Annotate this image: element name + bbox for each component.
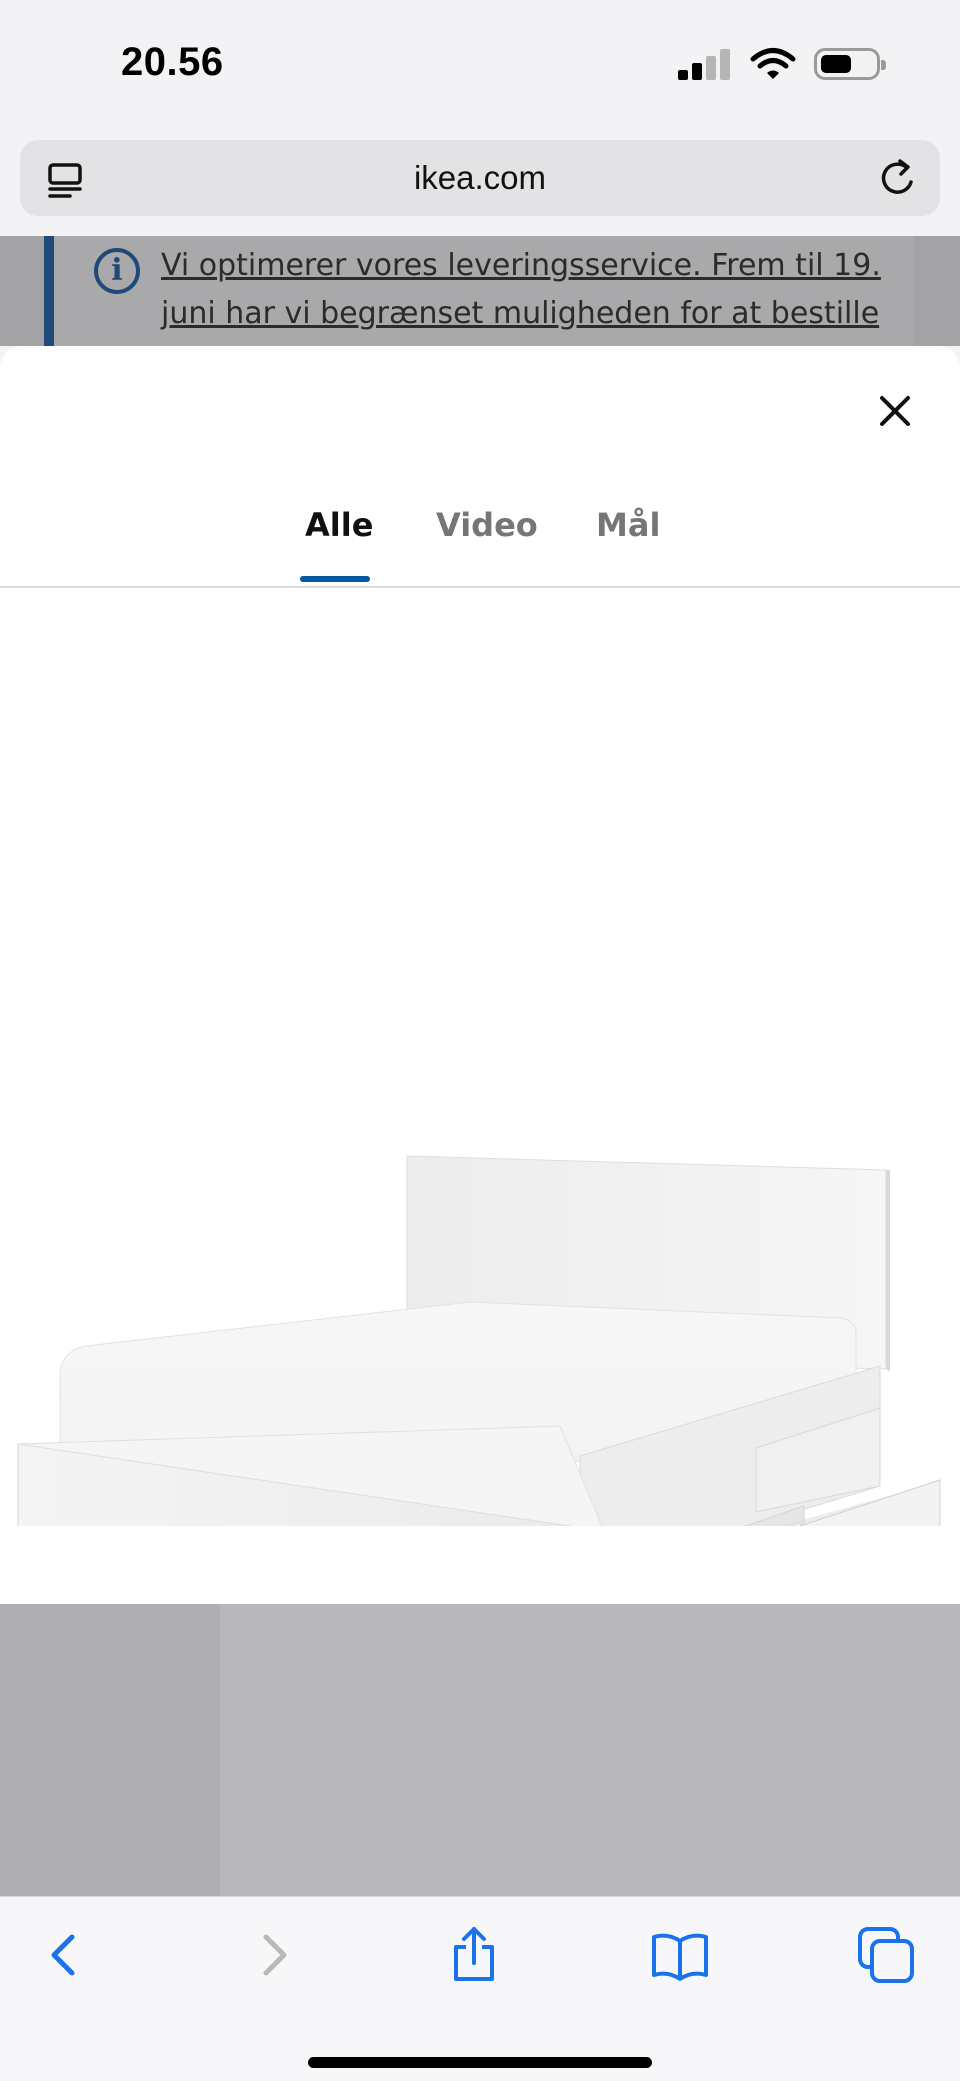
wifi-icon	[750, 48, 796, 79]
back-icon[interactable]	[34, 1925, 94, 1985]
cellular-signal-icon	[678, 48, 732, 80]
reload-icon[interactable]	[876, 156, 920, 200]
battery-icon	[814, 48, 886, 80]
tab-video[interactable]: Video	[436, 506, 538, 544]
status-bar: 20.56	[0, 0, 960, 130]
active-tab-indicator	[300, 576, 370, 582]
status-time: 20.56	[121, 40, 224, 84]
status-icons	[678, 46, 886, 82]
product-image[interactable]	[0, 766, 960, 1526]
delivery-notice-link[interactable]: Vi optimerer vores leveringsservice. Fre…	[161, 242, 901, 338]
tab-alle[interactable]: Alle	[305, 506, 373, 544]
home-indicator[interactable]	[308, 2057, 652, 2068]
url-text[interactable]: ikea.com	[20, 159, 940, 197]
forward-icon[interactable]	[244, 1925, 304, 1985]
share-icon[interactable]	[444, 1925, 504, 1985]
tabs-icon[interactable]	[856, 1925, 916, 1985]
background-image-strip	[0, 1604, 960, 1896]
info-icon: i	[94, 248, 140, 294]
background-page: i Vi optimerer vores leveringsservice. F…	[0, 236, 960, 346]
tab-maal[interactable]: Mål	[596, 506, 660, 544]
delivery-notice-banner: i Vi optimerer vores leveringsservice. F…	[44, 236, 914, 346]
bookmarks-icon[interactable]	[650, 1925, 710, 1985]
browser-toolbar	[0, 1896, 960, 2081]
address-bar[interactable]: ikea.com	[20, 140, 940, 216]
close-icon[interactable]	[870, 386, 920, 436]
gallery-tabs: Alle Video Mål	[0, 506, 960, 588]
media-gallery-sheet: Alle Video Mål	[0, 346, 960, 1604]
